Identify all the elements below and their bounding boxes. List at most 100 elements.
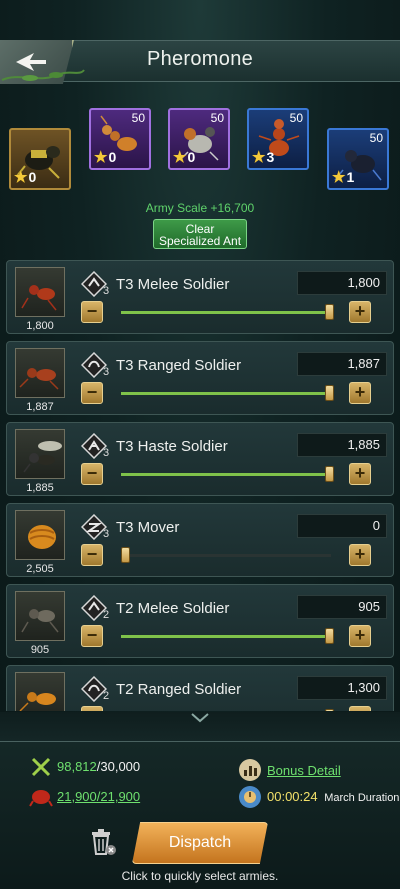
bonus-chart-icon (239, 759, 261, 781)
slider-thumb[interactable] (325, 709, 334, 711)
ant-card-stars: ★ 0 (14, 169, 37, 186)
winged-ant-icon (23, 441, 62, 473)
star-icon: ★ (332, 169, 346, 186)
troop-name: T3 Melee Soldier (116, 276, 230, 293)
troop-row: 1,887 3 T3 Ranged Soldier 1,887 − + (6, 341, 394, 415)
march-time-stat: 00:00:24 March Duration (267, 789, 399, 804)
slider-thumb[interactable] (325, 628, 334, 644)
crossed-swords-icon (31, 757, 51, 777)
troop-rank: 3 (103, 528, 110, 540)
ant-card-count: 50 (289, 111, 303, 125)
list-divider (0, 712, 400, 742)
troop-count-input[interactable]: 1,800 (297, 271, 387, 295)
troop-row: 2,505 3 T3 Mover 0 − + (6, 503, 394, 577)
troop-count-input[interactable]: 1,885 (297, 433, 387, 457)
troop-portrait (15, 510, 65, 560)
troop-owned-count: 905 (30, 644, 50, 656)
troop-owned-count: 1,887 (26, 401, 54, 413)
troop-slider[interactable] (121, 304, 334, 320)
star-icon: ★ (173, 149, 187, 166)
star-icon: ★ (94, 149, 108, 166)
decrease-button[interactable]: − (81, 463, 103, 485)
troop-name: T3 Haste Soldier (116, 438, 228, 455)
melee-ant-icon (21, 609, 59, 633)
decrease-button[interactable]: − (81, 706, 103, 711)
star-icon: ★ (14, 169, 28, 186)
troop-rank: 2 (103, 609, 110, 621)
ant-card-5[interactable]: 50 ★ 1 (327, 128, 389, 190)
troop-rank: 2 (103, 690, 110, 702)
dispatch-hint: Click to quickly select armies. (121, 869, 279, 883)
slider-thumb[interactable] (121, 547, 130, 563)
ant-card-stars: ★ 3 (252, 149, 275, 166)
march-time-value: 00:00:24 (267, 789, 318, 804)
ranged-ant-icon (19, 368, 59, 390)
troop-owned-count: 2,505 (26, 563, 54, 575)
dispatch-button[interactable]: Dispatch (132, 822, 268, 864)
ant-card-count: 50 (131, 111, 145, 125)
bonus-detail-link[interactable]: Bonus Detail (267, 763, 341, 778)
march-time-icon (239, 786, 261, 808)
slider-thumb[interactable] (325, 304, 334, 320)
troop-name: T3 Mover (116, 519, 180, 536)
troop-row: 1,885 3 T3 Haste Soldier 1,885 − + (6, 422, 394, 496)
troop-portrait (15, 348, 65, 398)
chevron-down-icon (191, 713, 209, 723)
troop-rank: 3 (103, 285, 110, 297)
slider-thumb[interactable] (325, 385, 334, 401)
increase-button[interactable]: + (349, 301, 371, 323)
decrease-button[interactable]: − (81, 625, 103, 647)
troop-slider[interactable] (121, 547, 331, 563)
troop-slider[interactable] (121, 466, 334, 482)
ant-card-stars: ★ 0 (173, 149, 196, 166)
increase-button[interactable]: + (349, 463, 371, 485)
slider-fill (121, 392, 331, 395)
troop-count-input[interactable]: 1,300 (297, 676, 387, 700)
ant-card-count: 50 (369, 131, 383, 145)
troop-list[interactable]: 1,800 3 T3 Melee Soldier 1,800 − + 1,887… (0, 256, 400, 711)
troop-row: 2 T2 Ranged Soldier 1,300 − + (6, 665, 394, 711)
page-title: Pheromone (146, 48, 254, 70)
troop-slider[interactable] (121, 385, 334, 401)
ant-card-count: 50 (210, 111, 224, 125)
capacity-stat: 21,900/21,900 (57, 789, 141, 804)
ant-card-stars: ★ 1 (332, 169, 355, 186)
troop-slider[interactable] (121, 628, 334, 644)
ant-card-stars: ★ 0 (94, 149, 117, 166)
increase-button[interactable]: + (349, 625, 371, 647)
melee-ant-icon (21, 285, 57, 311)
decrease-button[interactable]: − (81, 382, 103, 404)
ant-card-1[interactable]: ★ 0 (9, 128, 71, 190)
slider-fill (121, 473, 331, 476)
power-stat: 98,812/30,000 (57, 759, 140, 774)
ant-card-3[interactable]: 50 ★ 0 (168, 108, 230, 170)
power-limit: /30,000 (96, 759, 141, 774)
march-time-label: March Duration (324, 792, 400, 804)
troop-row: 1,800 3 T3 Melee Soldier 1,800 − + (6, 260, 394, 334)
increase-button[interactable]: + (349, 544, 371, 566)
ant-card-2[interactable]: 50 ★ 0 (89, 108, 151, 170)
red-ant-load-icon (29, 790, 53, 807)
troop-portrait (15, 672, 65, 711)
ranged-ant-icon (19, 692, 56, 711)
power-value: 98,812 (57, 759, 97, 774)
star-icon: ★ (252, 149, 266, 166)
decrease-button[interactable]: − (81, 544, 103, 566)
clear-trash-icon[interactable] (86, 826, 118, 858)
clear-specialized-ant-button[interactable]: Clear Specialized Ant (153, 219, 247, 249)
increase-button[interactable]: + (349, 706, 371, 711)
troop-count-input[interactable]: 905 (297, 595, 387, 619)
troop-count-input[interactable]: 0 (297, 514, 387, 538)
troop-rank: 3 (103, 447, 110, 459)
increase-button[interactable]: + (349, 382, 371, 404)
troop-count-input[interactable]: 1,887 (297, 352, 387, 376)
troop-owned-count: 1,800 (26, 320, 54, 332)
slider-fill (121, 635, 331, 638)
slider-fill (121, 311, 331, 314)
troop-name: T2 Ranged Soldier (116, 681, 242, 698)
ant-card-4[interactable]: 50 ★ 3 (247, 108, 309, 170)
troop-portrait (15, 267, 65, 317)
slider-thumb[interactable] (325, 466, 334, 482)
troop-rank: 3 (103, 366, 110, 378)
decrease-button[interactable]: − (81, 301, 103, 323)
